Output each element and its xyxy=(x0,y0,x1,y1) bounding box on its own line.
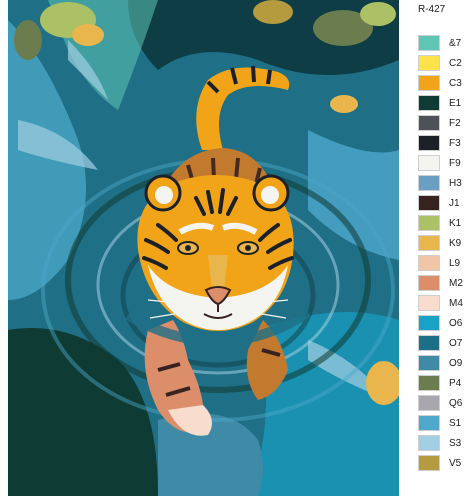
color-palette: &7 C2 C3 E1 F2 F3 F9 H3 J1 K1 K9 L9 M2 M4 O6 O7 O9 P4 Q6 S1… xyxy=(418,33,473,473)
painting-code: R-427 xyxy=(418,4,446,15)
palette-entry: S3 xyxy=(418,433,473,453)
color-code-label: H3 xyxy=(449,177,462,189)
color-swatch xyxy=(418,375,440,391)
tiger-painting xyxy=(8,0,399,496)
palette-entry: C3 xyxy=(418,73,473,93)
palette-entry: L9 xyxy=(418,253,473,273)
palette-entry: F3 xyxy=(418,133,473,153)
color-code-label: F3 xyxy=(449,137,461,149)
palette-entry: V5 xyxy=(418,453,473,473)
palette-entry: F9 xyxy=(418,153,473,173)
color-swatch xyxy=(418,115,440,131)
palette-entry: P4 xyxy=(418,373,473,393)
color-swatch xyxy=(418,75,440,91)
color-code-label: M2 xyxy=(449,277,463,289)
color-swatch xyxy=(418,455,440,471)
color-swatch xyxy=(418,395,440,411)
palette-entry: Q6 xyxy=(418,393,473,413)
color-code-label: Q6 xyxy=(449,397,463,409)
color-swatch xyxy=(418,335,440,351)
color-swatch xyxy=(418,255,440,271)
color-code-label: K9 xyxy=(449,237,462,249)
palette-entry: K9 xyxy=(418,233,473,253)
color-swatch xyxy=(418,295,440,311)
color-swatch xyxy=(418,95,440,111)
color-code-label: V5 xyxy=(449,457,462,469)
color-swatch xyxy=(418,215,440,231)
color-swatch xyxy=(418,355,440,371)
palette-entry: &7 xyxy=(418,33,473,53)
color-swatch xyxy=(418,195,440,211)
palette-entry: O6 xyxy=(418,313,473,333)
color-swatch xyxy=(418,55,440,71)
color-code-label: O9 xyxy=(449,357,463,369)
color-code-label: L9 xyxy=(449,257,461,269)
color-code-label: S3 xyxy=(449,437,462,449)
palette-entry: K1 xyxy=(418,213,473,233)
palette-entry: J1 xyxy=(418,193,473,213)
color-swatch xyxy=(418,35,440,51)
color-swatch xyxy=(418,435,440,451)
color-code-label: O6 xyxy=(449,317,463,329)
color-code-label: K1 xyxy=(449,217,462,229)
color-code-label: C2 xyxy=(449,57,462,69)
palette-entry: H3 xyxy=(418,173,473,193)
color-swatch xyxy=(418,315,440,331)
color-code-label: S1 xyxy=(449,417,462,429)
color-code-label: P4 xyxy=(449,377,462,389)
color-swatch xyxy=(418,175,440,191)
palette-entry: S1 xyxy=(418,413,473,433)
color-swatch xyxy=(418,155,440,171)
color-swatch xyxy=(418,135,440,151)
color-code-label: C3 xyxy=(449,77,462,89)
color-code-label: F9 xyxy=(449,157,461,169)
color-code-label: E1 xyxy=(449,97,462,109)
color-swatch xyxy=(418,235,440,251)
color-swatch xyxy=(418,275,440,291)
palette-entry: C2 xyxy=(418,53,473,73)
palette-entry: O7 xyxy=(418,333,473,353)
color-code-label: O7 xyxy=(449,337,463,349)
palette-entry: F2 xyxy=(418,113,473,133)
color-swatch xyxy=(418,415,440,431)
palette-entry: O9 xyxy=(418,353,473,373)
color-code-label: F2 xyxy=(449,117,461,129)
color-code-label: M4 xyxy=(449,297,463,309)
color-code-label: &7 xyxy=(449,37,462,49)
palette-entry: M4 xyxy=(418,293,473,313)
palette-entry: E1 xyxy=(418,93,473,113)
color-code-label: J1 xyxy=(449,197,460,209)
palette-entry: M2 xyxy=(418,273,473,293)
